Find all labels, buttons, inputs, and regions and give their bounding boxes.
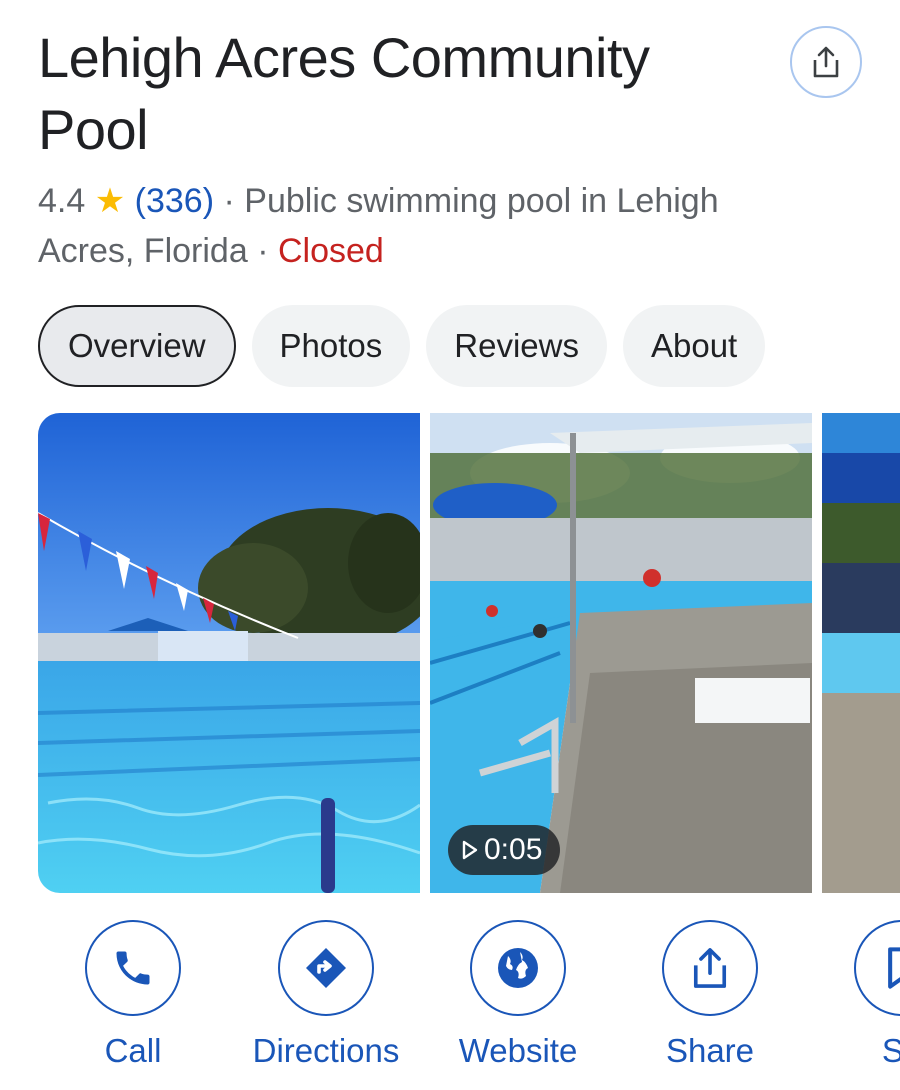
status-badge: Closed bbox=[277, 232, 384, 270]
tab-about[interactable]: About bbox=[622, 305, 766, 387]
save-button[interactable]: Sa bbox=[812, 920, 900, 1070]
photo-pool-partial[interactable] bbox=[822, 413, 900, 893]
share-label: Share bbox=[665, 1032, 755, 1069]
photo-carousel[interactable]: 0:05 bbox=[38, 413, 900, 893]
tab-overview[interactable]: Overview bbox=[38, 305, 236, 387]
share-action-button[interactable]: Share bbox=[620, 920, 800, 1070]
star-icon: ★ bbox=[94, 182, 126, 220]
review-count-link[interactable]: (336) bbox=[135, 182, 214, 220]
call-button[interactable]: Call bbox=[43, 920, 223, 1070]
bookmark-icon bbox=[888, 947, 900, 989]
directions-button[interactable]: Directions bbox=[236, 920, 416, 1070]
action-bar: Call Directions Website Share S bbox=[0, 920, 900, 1090]
directions-icon bbox=[306, 948, 346, 988]
place-meta: 4.4 ★ (336) · Public swimming pool in Le… bbox=[38, 176, 818, 276]
rating-value: 4.4 bbox=[38, 182, 86, 220]
share-button[interactable] bbox=[790, 26, 862, 98]
tab-photos[interactable]: Photos bbox=[251, 305, 411, 387]
video-duration: 0:05 bbox=[484, 833, 543, 866]
save-label: Sa bbox=[881, 1032, 900, 1069]
share-icon bbox=[813, 46, 839, 78]
meta-separator-2: · bbox=[257, 232, 269, 270]
tab-bar: Overview Photos Reviews About bbox=[38, 305, 766, 387]
place-title: Lehigh Acres Community Pool bbox=[38, 26, 650, 161]
play-icon bbox=[462, 840, 478, 860]
phone-icon bbox=[116, 951, 150, 985]
video-pool-deck[interactable]: 0:05 bbox=[430, 413, 812, 893]
call-label: Call bbox=[104, 1032, 162, 1069]
photo-pool-wide[interactable] bbox=[38, 413, 420, 893]
tab-reviews[interactable]: Reviews bbox=[426, 305, 607, 387]
share-icon bbox=[693, 948, 727, 988]
meta-separator: · bbox=[223, 182, 235, 220]
website-label: Website bbox=[458, 1032, 578, 1069]
video-duration-badge: 0:05 bbox=[448, 825, 561, 875]
globe-icon bbox=[498, 948, 538, 988]
directions-label: Directions bbox=[252, 1032, 400, 1069]
website-button[interactable]: Website bbox=[428, 920, 608, 1070]
